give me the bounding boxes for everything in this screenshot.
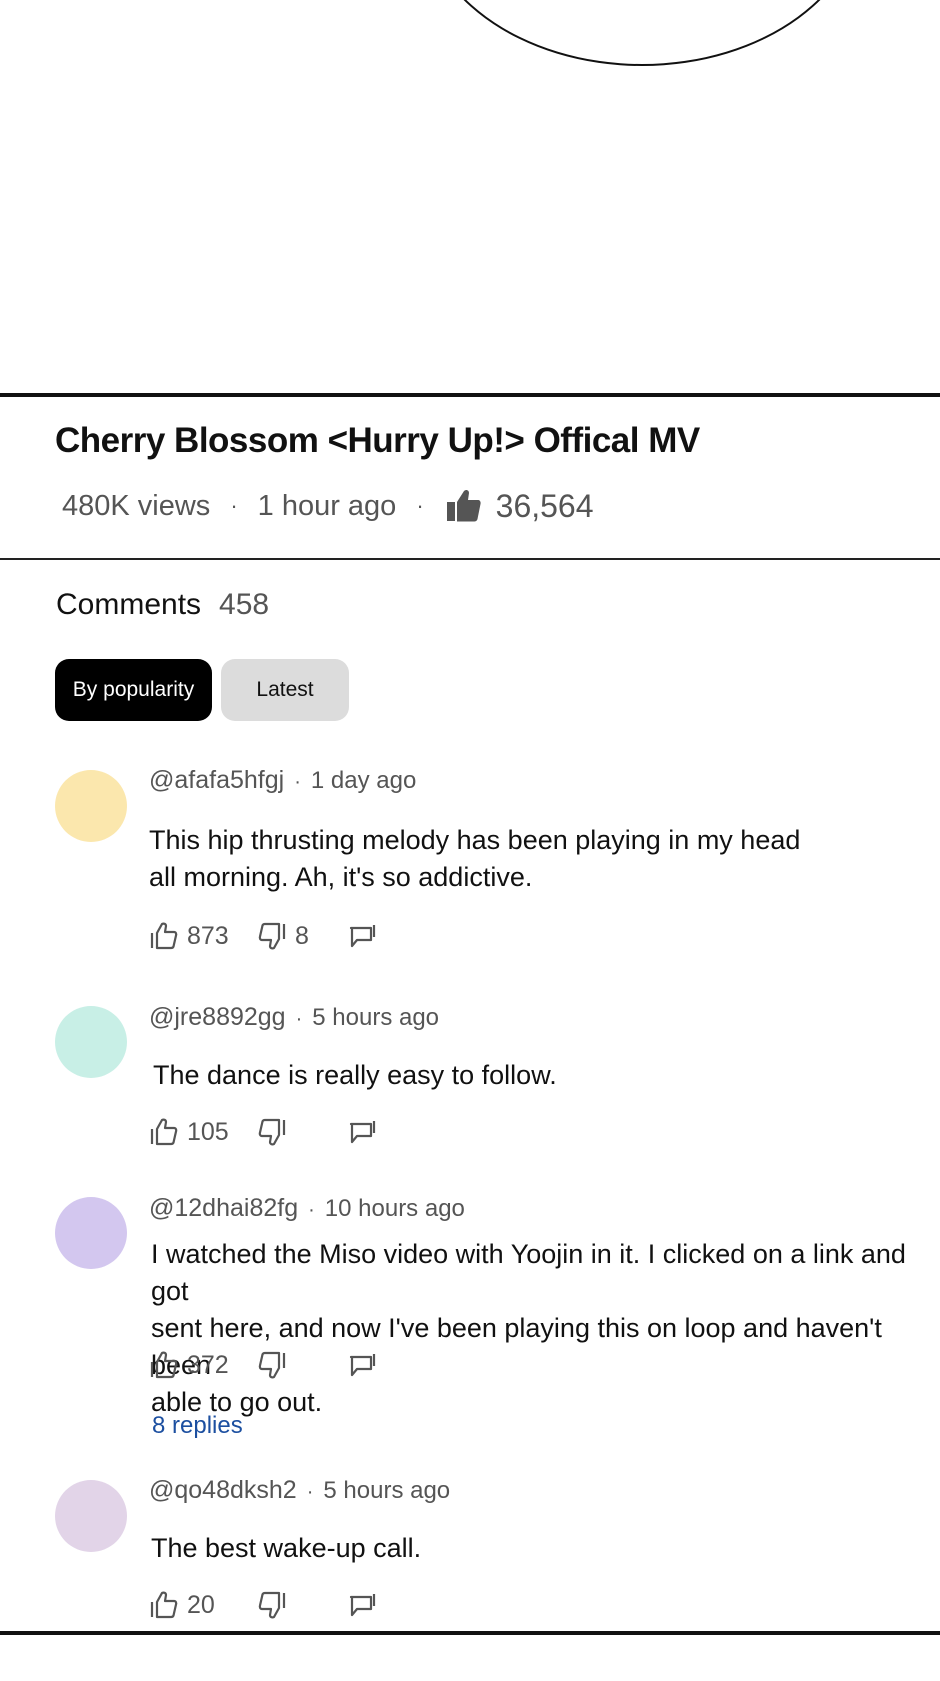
like-count: 873 [187, 921, 229, 950]
sort-tab-popularity[interactable]: By popularity [55, 659, 212, 721]
posted-time: 1 hour ago [257, 489, 397, 522]
dislike-button[interactable] [257, 1114, 287, 1150]
like-count: 372 [187, 1350, 229, 1379]
meta-separator: · [294, 771, 301, 793]
reply-icon [347, 1590, 377, 1620]
comment-handle[interactable]: @afafa5hfgj [149, 766, 284, 794]
reply-button[interactable] [347, 1347, 377, 1383]
divider-top [0, 393, 940, 397]
thumbs-up-icon [149, 1350, 179, 1380]
video-title: Cherry Blossom <Hurry Up!> Offical MV [55, 421, 700, 460]
avatar[interactable] [55, 1006, 127, 1078]
reply-icon [347, 921, 377, 951]
like-count: 105 [187, 1117, 229, 1146]
thumbs-down-icon [257, 921, 287, 951]
comment-text-line: The dance is really easy to follow. [153, 1060, 557, 1090]
replies-link[interactable]: 8 replies [152, 1412, 243, 1440]
comment-handle[interactable]: @jre8892gg [149, 1003, 286, 1031]
comment-header: @12dhai82fg · 10 hours ago [149, 1194, 465, 1223]
comments-header: Comments 458 [56, 588, 269, 622]
comment-header: @qo48dksh2 · 5 hours ago [149, 1476, 450, 1505]
like-button[interactable]: 105 [149, 1114, 229, 1150]
like-count: 20 [187, 1590, 215, 1619]
thumbs-down-icon [257, 1117, 287, 1147]
thumbs-up-icon [149, 1117, 179, 1147]
comment-text-line: I watched the Miso video with Yoojin in … [151, 1239, 906, 1306]
comments-count: 458 [219, 588, 270, 621]
thumbs-up-icon [149, 1590, 179, 1620]
comment-text: This hip thrusting melody has been playi… [149, 822, 869, 896]
view-count: 480K views [62, 489, 211, 522]
dislike-button[interactable]: 8 [257, 918, 309, 954]
comment-handle[interactable]: @qo48dksh2 [149, 1476, 297, 1504]
comment-header: @afafa5hfgj · 1 day ago [149, 766, 416, 795]
like-button[interactable]: 372 [149, 1347, 229, 1383]
comment-text: The best wake-up call. [151, 1530, 871, 1567]
divider-bottom [0, 1631, 940, 1635]
meta-separator: · [230, 493, 238, 518]
video-player-area[interactable] [0, 0, 940, 394]
comment-text: I watched the Miso video with Yoojin in … [151, 1236, 911, 1421]
video-like-count: 36,564 [495, 487, 594, 524]
comment-text: The dance is really easy to follow. [153, 1057, 873, 1094]
meta-separator: · [306, 1481, 314, 1503]
comment-time: 10 hours ago [324, 1195, 465, 1222]
meta-separator: · [416, 493, 424, 518]
comments-label: Comments [56, 588, 202, 621]
comment-time: 5 hours ago [312, 1004, 440, 1031]
thumbs-up-filled-icon[interactable] [444, 486, 484, 526]
dislike-button[interactable] [257, 1587, 287, 1623]
reply-button[interactable] [347, 1114, 377, 1150]
reply-button[interactable] [347, 918, 377, 954]
comment-time: 5 hours ago [323, 1477, 451, 1504]
like-button[interactable]: 873 [149, 918, 229, 954]
comment-text-line: The best wake-up call. [151, 1533, 422, 1563]
sort-tab-latest[interactable]: Latest [221, 659, 349, 721]
dislike-button[interactable] [257, 1347, 287, 1383]
speech-bubble-illustration [420, 0, 864, 66]
reply-button[interactable] [347, 1587, 377, 1623]
dislike-count: 8 [295, 921, 309, 950]
comment-text-line: This hip thrusting melody has been playi… [149, 825, 801, 855]
thumbs-down-icon [257, 1590, 287, 1620]
divider-mid [0, 558, 940, 560]
comment-text-line: able to go out. [151, 1387, 323, 1417]
comment-handle[interactable]: @12dhai82fg [149, 1194, 298, 1222]
like-button[interactable]: 20 [149, 1587, 215, 1623]
reply-icon [347, 1117, 377, 1147]
comment-header: @jre8892gg · 5 hours ago [149, 1003, 439, 1032]
thumbs-down-icon [257, 1350, 287, 1380]
avatar[interactable] [55, 770, 127, 842]
thumbs-up-icon [149, 921, 179, 951]
meta-separator: · [308, 1199, 315, 1221]
comment-text-line: all morning. Ah, it's so addictive. [149, 862, 533, 892]
avatar[interactable] [55, 1197, 127, 1269]
comment-time: 1 day ago [310, 767, 417, 794]
meta-separator: · [295, 1008, 303, 1030]
avatar[interactable] [55, 1480, 127, 1552]
reply-icon [347, 1350, 377, 1380]
video-meta: 480K views · 1 hour ago · 36,564 [62, 485, 594, 527]
